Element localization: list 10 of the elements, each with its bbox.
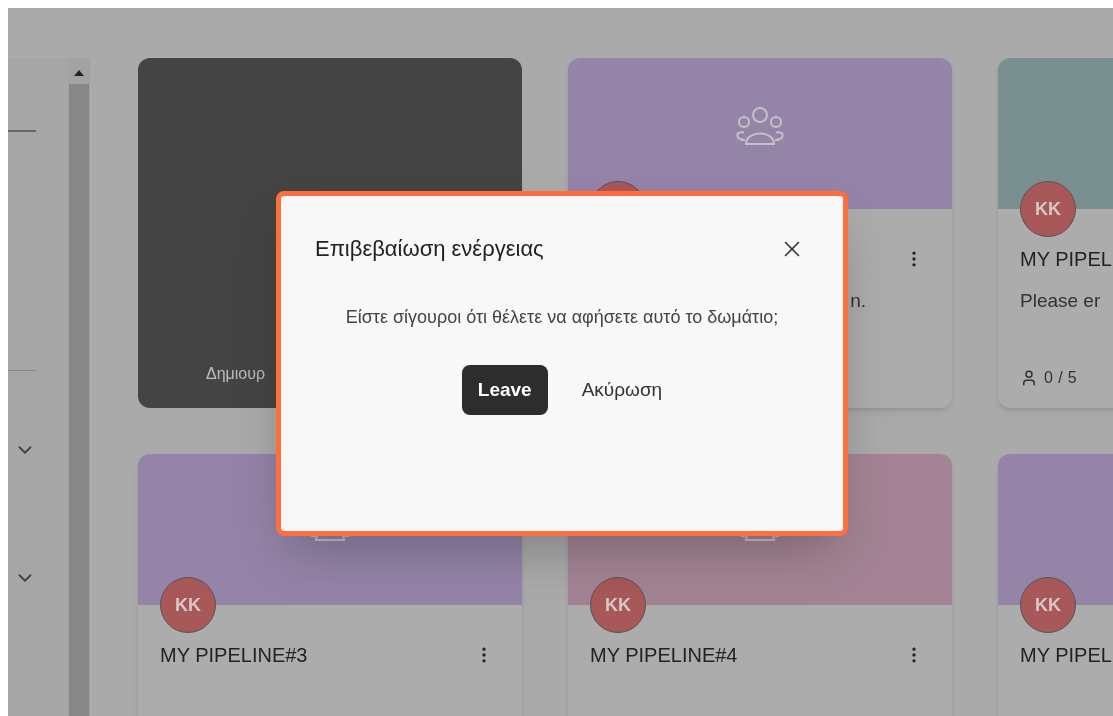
dialog-title: Επιβεβαίωση ενέργειας [315,235,544,263]
room-title: MY PIPELINE#3 [160,643,308,668]
dialog-message: Είστε σίγουροι ότι θέλετε να αφήσετε αυτό το δωμάτιο; [344,306,780,329]
create-room-label: Δημιουρ [206,364,266,384]
room-description: n. [850,289,866,313]
member-count: 0 / 5 [1044,367,1078,388]
room-title: MY PIPELINE#4 [590,643,738,668]
room-title: MY PIPEL [1020,247,1112,272]
room-description: Please er [1020,289,1102,313]
room-title: MY PIPEL [1020,643,1112,668]
